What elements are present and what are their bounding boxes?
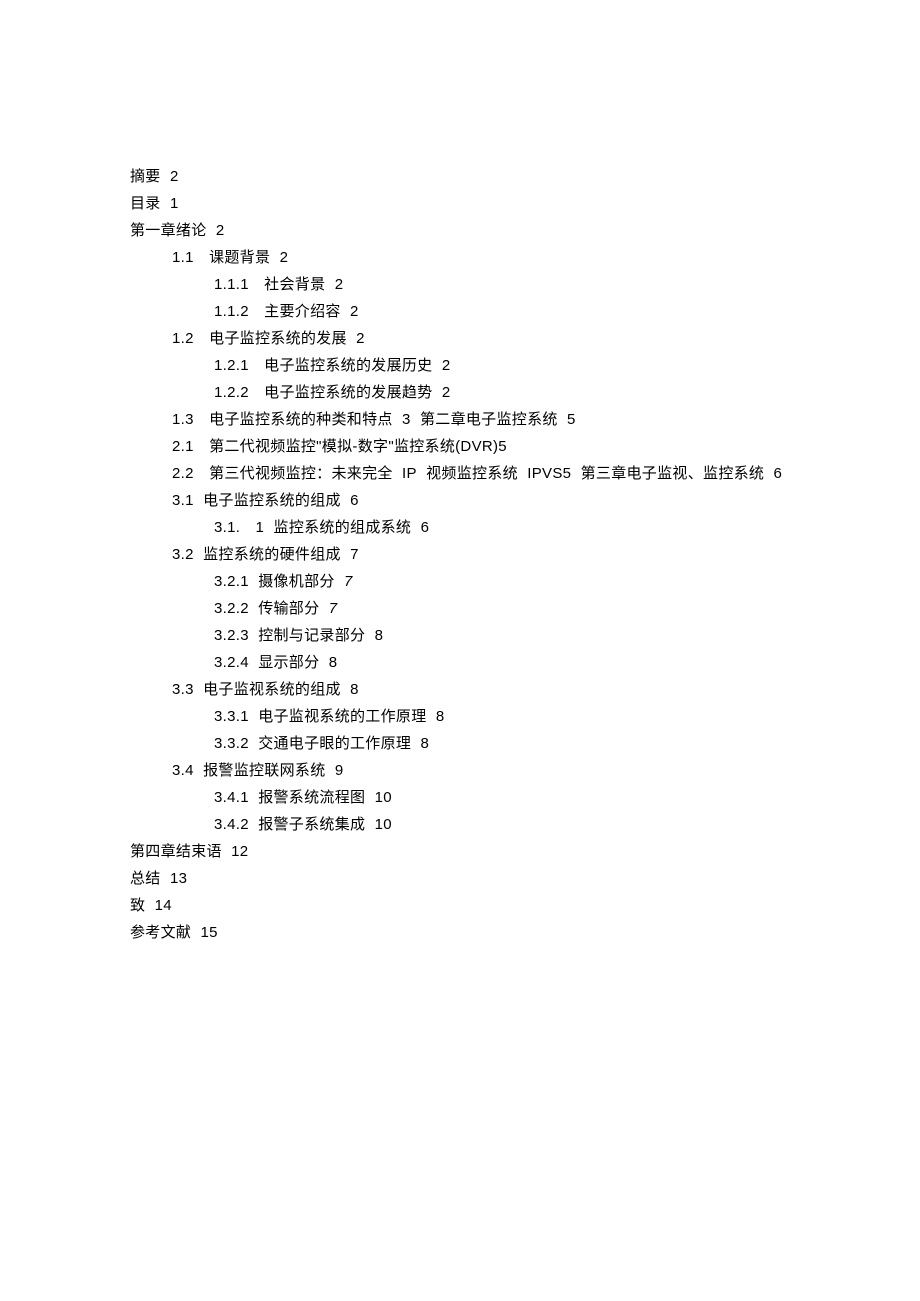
- table-of-contents: 摘要 2目录 1第一章绪论 21.1 课题背景 21.1.1 社会背景 21.1…: [130, 163, 790, 946]
- toc-entry: 第一章绪论 2: [130, 217, 790, 244]
- toc-entry: 3.4.2 报警子系统集成 10: [130, 811, 790, 838]
- toc-entry: 3.4 报警监控联网系统 9: [130, 757, 790, 784]
- toc-entry: 1.2.2 电子监控系统的发展趋势 2: [130, 379, 790, 406]
- toc-entry: 参考文献 15: [130, 919, 790, 946]
- toc-entry: 第四章结束语 12: [130, 838, 790, 865]
- toc-entry: 1.1.2 主要介绍容 2: [130, 298, 790, 325]
- toc-entry: 2.1 第二代视频监控"模拟-数字"监控系统(DVR)5: [130, 433, 790, 460]
- toc-entry: 3.1 电子监控系统的组成 6: [130, 487, 790, 514]
- toc-entry: 3.3 电子监视系统的组成 8: [130, 676, 790, 703]
- toc-entry: 3.3.1 电子监视系统的工作原理 8: [130, 703, 790, 730]
- toc-entry: 3.1. 1 监控系统的组成系统 6: [130, 514, 790, 541]
- toc-entry: 目录 1: [130, 190, 790, 217]
- toc-entry: 3.4.1 报警系统流程图 10: [130, 784, 790, 811]
- toc-entry: 3.3.2 交通电子眼的工作原理 8: [130, 730, 790, 757]
- toc-entry: 1.1.1 社会背景 2: [130, 271, 790, 298]
- toc-entry: 3.2.3 控制与记录部分 8: [130, 622, 790, 649]
- toc-entry: 1.3 电子监控系统的种类和特点 3 第二章电子监控系统 5: [130, 406, 790, 433]
- toc-entry: 3.2.4 显示部分 8: [130, 649, 790, 676]
- toc-entry: 1.1 课题背景 2: [130, 244, 790, 271]
- toc-entry: 3.2 监控系统的硬件组成 7: [130, 541, 790, 568]
- toc-entry: 致 14: [130, 892, 790, 919]
- toc-entry: 1.2 电子监控系统的发展 2: [130, 325, 790, 352]
- toc-entry: 1.2.1 电子监控系统的发展历史 2: [130, 352, 790, 379]
- toc-entry: 3.2.2 传输部分 7: [130, 595, 790, 622]
- toc-entry: 2.2 第三代视频监控：未来完全 IP 视频监控系统 IPVS5 第三章电子监视…: [130, 460, 790, 487]
- toc-entry: 3.2.1 摄像机部分 7: [130, 568, 790, 595]
- toc-entry: 总结 13: [130, 865, 790, 892]
- toc-entry: 摘要 2: [130, 163, 790, 190]
